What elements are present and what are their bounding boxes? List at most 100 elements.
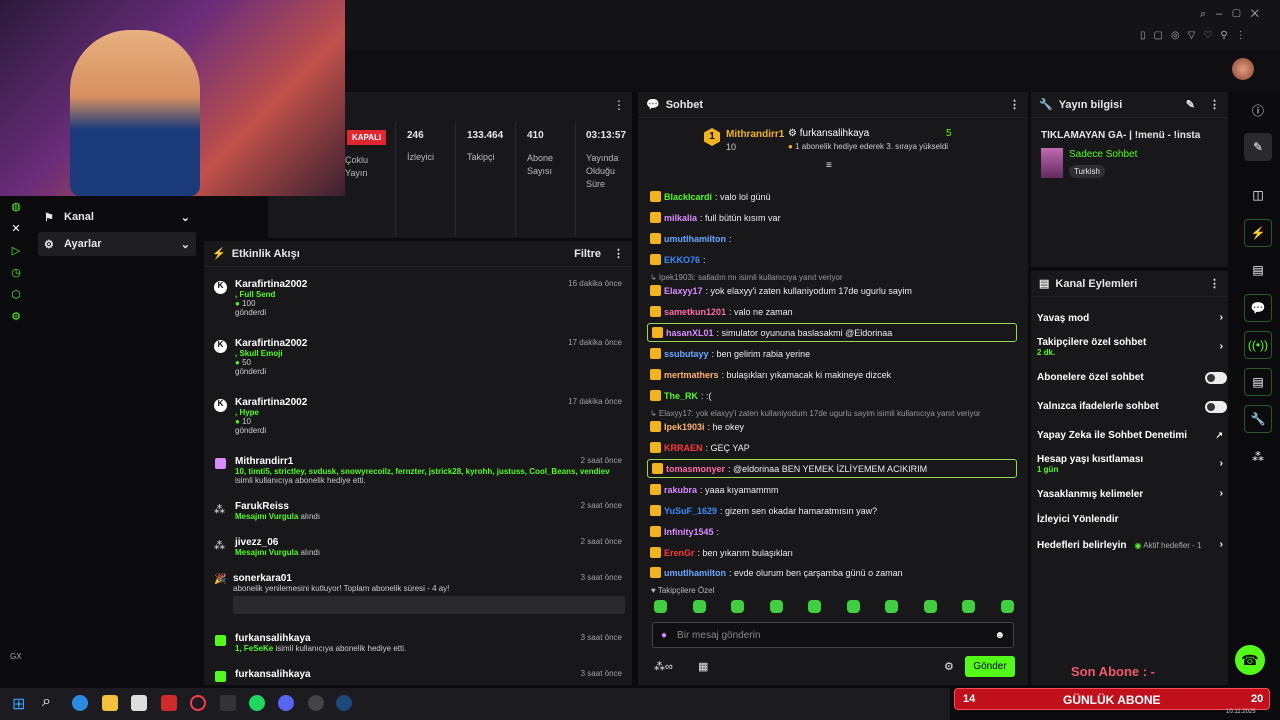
mic-icon[interactable]: ● [661,630,667,641]
chat-icon[interactable]: 💬 [1244,294,1272,322]
chat-username[interactable]: Elaxyy17 [664,286,703,296]
chat-message[interactable]: milkalia: full bütün kısım var [650,212,781,223]
more-icon[interactable]: ⋮ [1209,277,1220,290]
more-icon[interactable]: ⋮ [1209,98,1220,111]
wrench-icon[interactable]: 🔧 [1244,405,1272,433]
apps-icon[interactable]: ⁂ [1244,443,1272,471]
more-icon[interactable]: ⋮ [613,247,624,260]
pinned-user2[interactable]: ⚙ furkansalihkaya [788,128,869,139]
action-goals[interactable]: Hedefleri belirleyin ◉ Aktif hedefler - 1… [1037,539,1227,551]
action-emote-only[interactable]: Yalnızca ifadelerle sohbet [1037,401,1227,413]
chat-username[interactable]: umutlhamilton [664,568,726,578]
broadcast-icon[interactable]: ((•)) [1244,331,1272,359]
edge-icon[interactable] [72,695,88,711]
avatar[interactable] [1232,58,1254,80]
app-icon[interactable] [161,695,177,711]
search-icon[interactable]: ⌕ [42,693,51,711]
settings-icon[interactable]: ⚙ [8,306,24,328]
emote-icon[interactable] [923,600,937,613]
whatsapp-icon[interactable]: ◍ [8,196,24,218]
edit-icon[interactable]: ✎ [1186,98,1195,111]
emote-icon[interactable] [885,600,899,613]
chat-username[interactable]: YuSuF_1629 [664,506,717,516]
info-icon[interactable]: ⓘ [1244,96,1272,124]
emote-icon[interactable] [731,600,745,613]
emote-icon[interactable] [692,600,706,613]
chat-message[interactable]: EKKO76: [650,254,706,265]
chat-username[interactable]: The_RK [664,391,698,401]
action-sub-only[interactable]: Abonelere özel sohbet [1037,372,1227,384]
rewards-icon[interactable]: ⁂∞ [654,660,673,673]
spotify-icon[interactable] [249,695,265,711]
chat-username[interactable]: ssubutayy [664,349,709,359]
more-icon[interactable]: ⋮ [613,98,625,112]
chat-settings-icon[interactable]: ⚙ [944,660,954,673]
app-icon[interactable] [308,695,324,711]
extensions-icon[interactable]: ⬡ [8,284,24,306]
emote-icon[interactable] [654,600,667,613]
chat-username[interactable]: ErenGr [664,548,695,558]
sidebar-item-kanal[interactable]: ⚑ Kanal ⌄ [38,206,196,228]
chat-message[interactable]: umutlhamilton: evde olurum ben çarşamba … [650,567,903,578]
action-ai-moderation[interactable]: Yapay Zeka ile Sohbet Denetimi ↗ [1037,430,1227,441]
chat-message[interactable]: ↳ Elaxyy17: yok elaxyy'i zaten kullaniyo… [650,409,981,418]
chat-message[interactable]: mertmathers: bulaşıkları yıkamacak ki ma… [650,369,891,380]
player-icon[interactable]: ▷ [8,240,24,262]
chat-username[interactable]: sametkun1201 [664,307,726,317]
history-icon[interactable]: ◷ [8,262,24,284]
chat-message[interactable]: The_RK: :( [650,390,712,401]
chat-username[interactable]: mertmathers [664,370,719,380]
bolt-icon[interactable]: ⚡ [1244,219,1272,247]
chat-input[interactable]: ● Bir mesaj gönderin ☻ [652,622,1014,648]
action-raid[interactable]: İzleyici Yönlendir [1037,514,1227,525]
chat-message[interactable]: tomasmonyer: @eldorinaa BEN YEMEK İZLİYE… [647,459,1017,478]
action-banned-words[interactable]: Yasaklanmış kelimeler › [1037,488,1227,500]
sidebar-item-ayarlar[interactable]: ⚙ Ayarlar ⌄ [38,232,196,256]
collapse-icon[interactable]: ≡ [826,160,832,171]
chat-username[interactable]: milkalia [664,213,697,223]
category-name[interactable]: Sadece Sohbet [1069,149,1137,160]
emote-icon[interactable] [962,600,976,613]
chat-username[interactable]: Infinity1545 [664,527,714,537]
chat-message[interactable]: hasanXL01: simulator oyununa baslasakmi … [647,323,1017,342]
emote-icon[interactable] [846,600,860,613]
folder-icon[interactable] [102,695,118,711]
chat-message[interactable]: umutlhamilton: [650,233,732,244]
chat-username[interactable]: hasanXL01 [666,328,714,338]
windows-start-icon[interactable]: ⊞ [12,694,25,714]
clip-icon[interactable]: ◫ [1244,181,1272,209]
chat-message[interactable]: rakubra: yaaa kıyamammm [650,484,779,495]
app-icon[interactable] [220,695,236,711]
action-follower-only[interactable]: Takipçilere özel sohbet 2 dk. › [1037,337,1227,357]
document-icon[interactable]: ▤ [1244,256,1272,284]
chat-username[interactable]: rakubra [664,485,697,495]
browser-toolbar-icons[interactable]: ▯▢◎▽♡⚲⋮ [1140,30,1254,41]
emote-icon[interactable] [769,600,783,613]
store-icon[interactable]: ▦ [698,660,708,673]
chat-username[interactable]: Blacklcardi [664,192,712,202]
emote-icon[interactable] [808,600,822,613]
app-icon[interactable] [131,695,147,711]
action-account-age[interactable]: Hesap yaşı kısıtlaması 1 gün › [1037,454,1227,474]
chat-message[interactable]: Ipek1903i: he okey [650,421,744,432]
emote-only-toggle[interactable] [1205,401,1227,413]
browser-sidebar[interactable]: ◍ ✕ ▷ ◷ ⬡ ⚙ [8,196,24,328]
filter-button[interactable]: Filtre [574,248,601,260]
x-icon[interactable]: ✕ [8,218,24,240]
chat-username[interactable]: KRRAEN [664,443,703,453]
window-controls[interactable]: ⌕–▢✕ [1200,8,1269,21]
action-slow-mode[interactable]: Yavaş mod › [1037,312,1227,324]
chat-message[interactable]: Infinity1545: [650,526,719,537]
chat-username[interactable]: Ipek1903i [664,422,705,432]
pinned-user[interactable]: Mithrandirr1 [726,129,784,140]
chat-message[interactable]: KRRAEN: GEÇ YAP [650,442,750,453]
chat-message[interactable]: YuSuF_1629: gizem sen okadar hamaratmısı… [650,505,877,516]
more-icon[interactable]: ⋮ [1009,98,1020,111]
chat-username[interactable]: EKKO76 [664,255,700,265]
discord-icon[interactable] [278,695,294,711]
send-button[interactable]: Gönder [965,656,1015,677]
emote-icon[interactable] [1000,600,1014,613]
edit-icon[interactable]: ✎ [1244,133,1272,161]
steam-icon[interactable] [336,695,352,711]
sub-only-toggle[interactable] [1205,372,1227,384]
